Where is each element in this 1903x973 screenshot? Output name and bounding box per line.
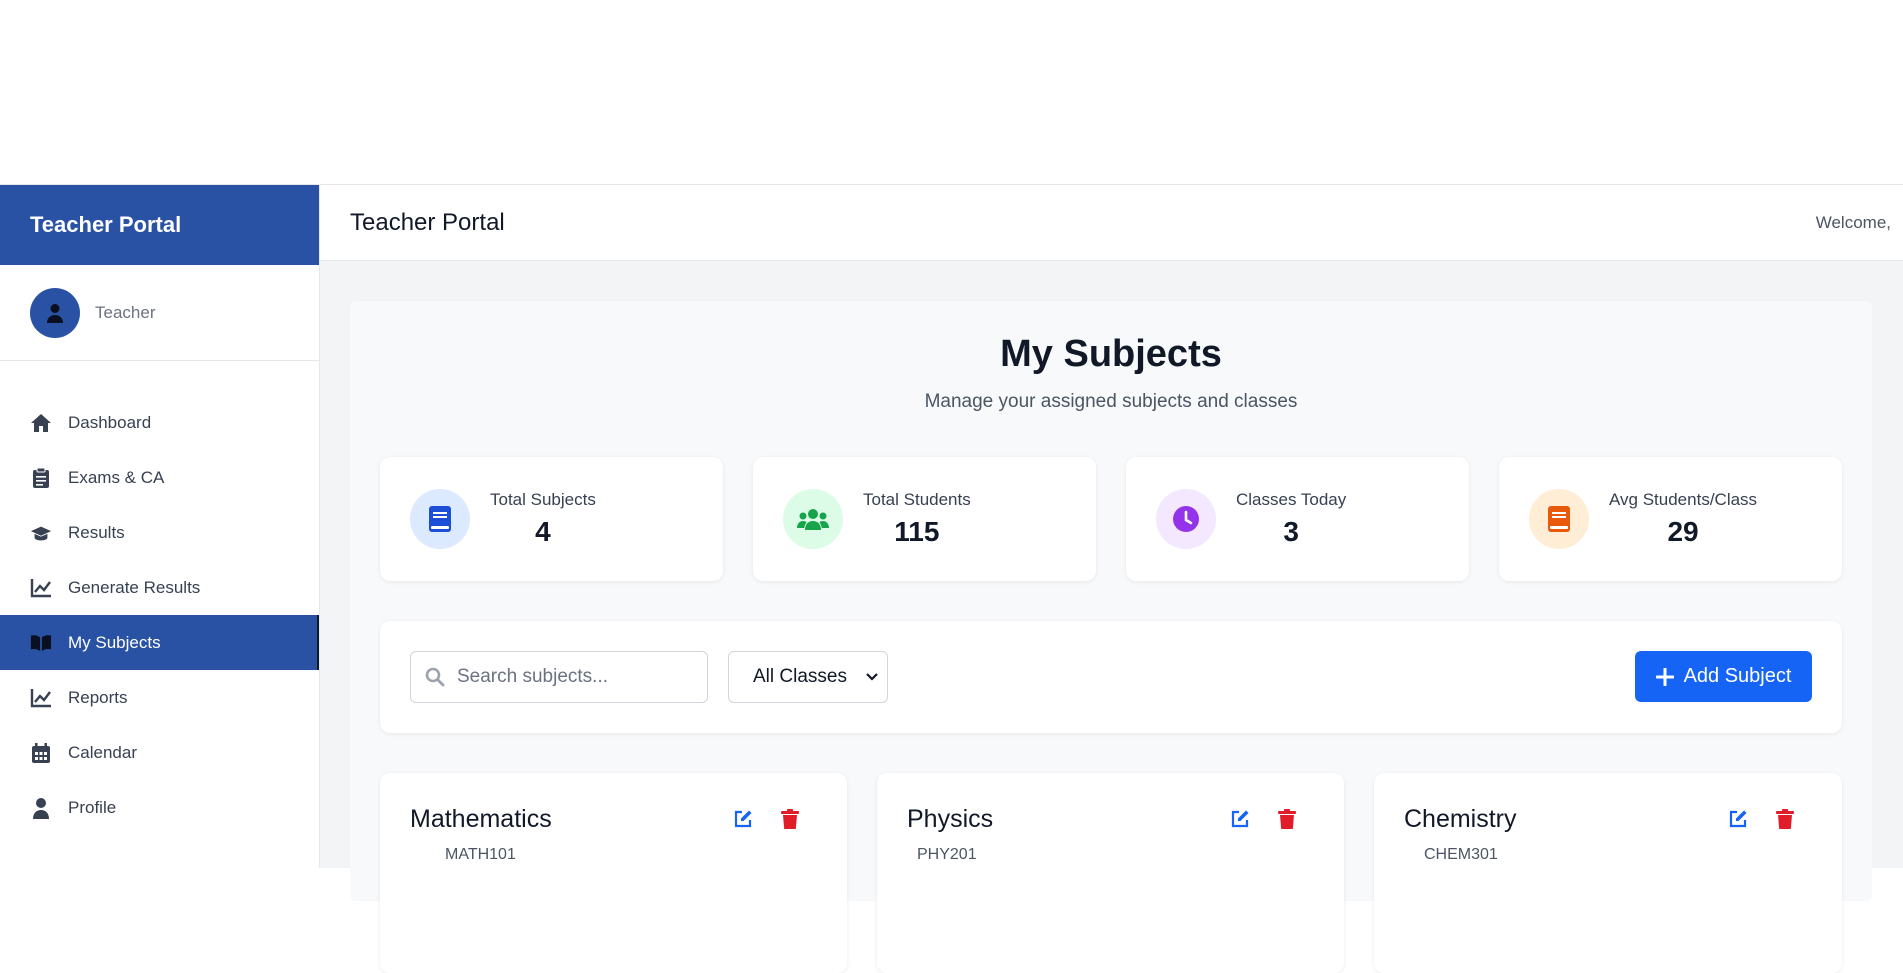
user-role: Teacher (95, 302, 156, 322)
stat-value: 29 (1667, 516, 1699, 547)
subject-card[interactable]: Chemistry CHEM301 (1374, 773, 1842, 973)
subject-name: Physics (907, 805, 994, 833)
subject-card[interactable]: Physics PHY201 (877, 773, 1344, 973)
delete-icon[interactable] (1278, 809, 1296, 830)
search-input[interactable] (457, 666, 687, 688)
subject-name: Mathematics (410, 805, 552, 833)
main-content: My Subjects Manage your assigned subject… (320, 261, 1903, 973)
sidebar-item-label: Exams & CA (68, 467, 165, 487)
page-subtitle: Manage your assigned subjects and classe… (924, 391, 1298, 412)
stat-text: Total Students 115 (863, 490, 971, 548)
sidebar-item-dashboard[interactable]: Dashboard (0, 395, 319, 450)
stat-value: 115 (894, 516, 940, 547)
sidebar-item-results[interactable]: Results (0, 505, 319, 560)
user-icon (47, 303, 63, 323)
stat-icon-wrap (410, 489, 470, 549)
subject-card[interactable]: Mathematics MATH101 (380, 773, 847, 973)
chevron-down-icon (866, 673, 878, 681)
sidebar-item-label: Generate Results (68, 577, 201, 597)
clock-icon (1173, 506, 1199, 532)
stat-text: Total Subjects 4 (490, 490, 596, 548)
sidebar-item-label: My Subjects (68, 632, 161, 652)
sidebar-item-label: Dashboard (68, 412, 152, 432)
stat-label: Avg Students/Class (1609, 490, 1758, 509)
avatar[interactable] (30, 287, 80, 338)
blank-top-area (0, 0, 1903, 185)
edit-icon[interactable] (1230, 809, 1250, 830)
stat-text: Classes Today 3 (1236, 490, 1346, 548)
edit-icon[interactable] (1728, 809, 1748, 830)
calendar-icon (30, 742, 52, 764)
sidebar-brand[interactable]: Teacher Portal (0, 185, 319, 265)
search-icon (425, 667, 445, 687)
home-icon (30, 412, 52, 434)
chart-line-icon (30, 577, 52, 599)
top-header: Teacher Portal Welcome, (320, 185, 1903, 261)
clipboard-icon (30, 467, 52, 489)
book-icon (429, 506, 451, 532)
book-icon (1548, 506, 1570, 532)
stat-icon-wrap (783, 489, 843, 549)
user-block: Teacher (0, 265, 319, 361)
add-subject-button[interactable]: Add Subject (1635, 651, 1812, 702)
stat-label: Total Students (863, 490, 971, 509)
sidebar-item-label: Results (68, 522, 125, 542)
stat-card-classes-today: Classes Today 3 (1126, 457, 1469, 581)
header-title: Teacher Portal (350, 208, 505, 236)
sidebar-item-calendar[interactable]: Calendar (0, 725, 319, 780)
stat-icon-wrap (1529, 489, 1589, 549)
stat-label: Classes Today (1236, 490, 1347, 509)
subjects-toolbar: All Classes Add Subject (380, 621, 1842, 733)
sidebar-item-generate-results[interactable]: Generate Results (0, 560, 319, 615)
sidebar-item-label: Profile (68, 797, 117, 817)
edit-icon[interactable] (733, 809, 753, 830)
users-icon (797, 509, 829, 530)
sidebar-item-exams[interactable]: Exams & CA (0, 450, 319, 505)
plus-icon (1655, 667, 1674, 686)
stats-row: Total Subjects 4 Total Students 115 Clas… (380, 457, 1842, 581)
sidebar-item-reports[interactable]: Reports (0, 670, 319, 725)
search-box[interactable] (410, 651, 708, 703)
card-actions (1728, 809, 1794, 830)
graduation-cap-icon (30, 522, 52, 544)
book-open-icon (30, 632, 52, 654)
subject-name: Chemistry (1404, 805, 1517, 833)
stat-value: 3 (1283, 516, 1299, 547)
sidebar-item-profile[interactable]: Profile (0, 780, 319, 835)
stat-text: Avg Students/Class 29 (1609, 490, 1757, 548)
sidebar: Teacher Portal Teacher Dashboard Exams &… (0, 185, 320, 868)
stat-card-total-subjects: Total Subjects 4 (380, 457, 723, 581)
delete-icon[interactable] (781, 809, 799, 830)
sidebar-item-label: Reports (68, 687, 128, 707)
delete-icon[interactable] (1776, 809, 1794, 830)
user-icon (30, 797, 52, 819)
sidebar-item-my-subjects[interactable]: My Subjects (0, 615, 319, 670)
card-actions (733, 809, 799, 830)
welcome-text: Welcome, (1815, 212, 1891, 232)
sidebar-nav: Dashboard Exams & CA Results Generate Re… (0, 361, 319, 835)
subjects-grid: Mathematics MATH101 Physics PHY201 Chemi… (380, 773, 1842, 973)
subjects-panel: My Subjects Manage your assigned subject… (350, 301, 1872, 973)
card-actions (1230, 809, 1296, 830)
stat-icon-wrap (1156, 489, 1216, 549)
subject-code: PHY201 (917, 846, 977, 863)
stat-card-avg-students: Avg Students/Class 29 (1499, 457, 1842, 581)
stat-value: 4 (535, 516, 551, 547)
stat-card-total-students: Total Students 115 (753, 457, 1096, 581)
stat-label: Total Subjects (490, 490, 596, 509)
subject-code: CHEM301 (1424, 846, 1498, 863)
page-title: My Subjects (1000, 333, 1222, 375)
sidebar-item-label: Calendar (68, 742, 137, 762)
add-subject-label: Add Subject (1683, 665, 1792, 687)
class-filter-value: All Classes (753, 666, 847, 687)
chart-line-icon (30, 687, 52, 709)
class-filter-select[interactable]: All Classes (728, 651, 888, 703)
subject-code: MATH101 (445, 846, 516, 863)
